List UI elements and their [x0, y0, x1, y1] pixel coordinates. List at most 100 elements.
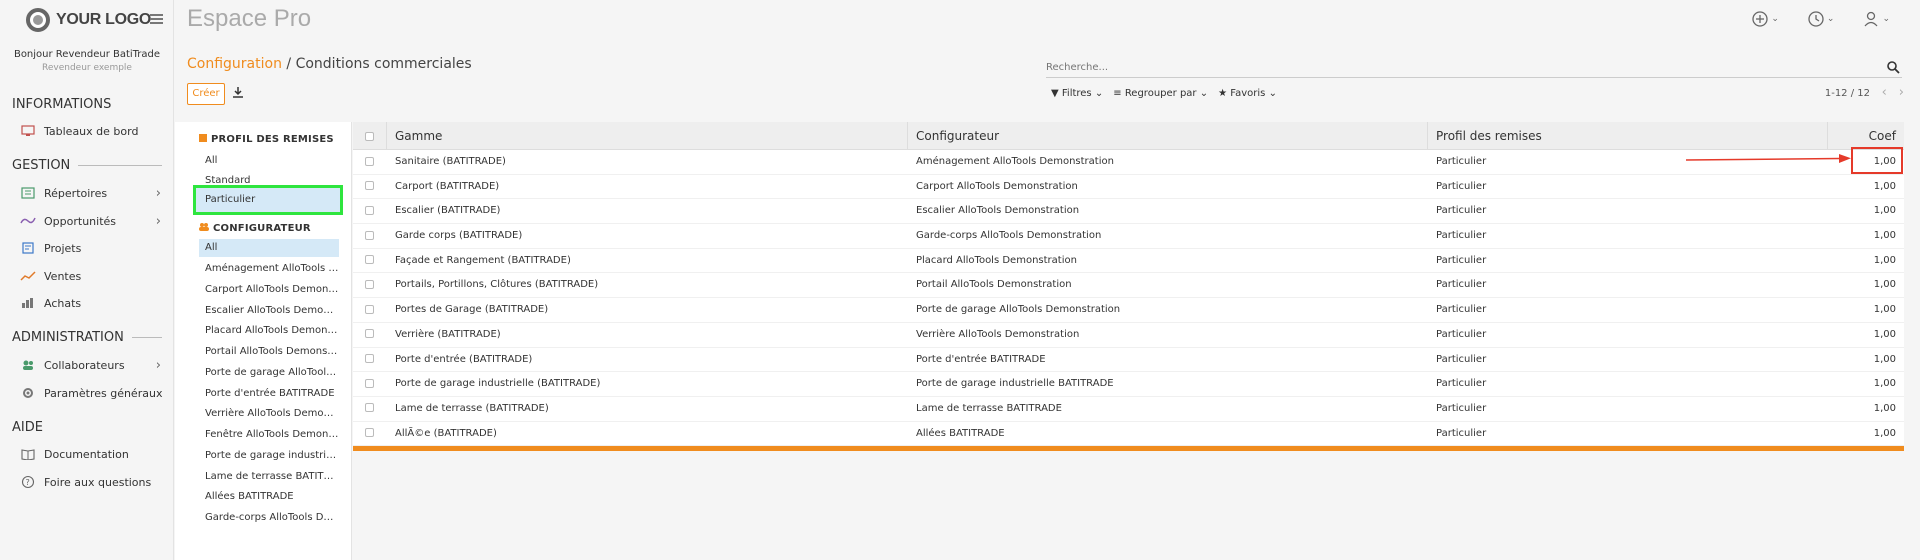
column-header-configurateur[interactable]: Configurateur	[908, 122, 1428, 150]
column-header-gamme[interactable]: Gamme	[387, 122, 908, 150]
pager-value[interactable]: 1-12 / 12	[1825, 88, 1870, 99]
panel-item-config[interactable]: Garde-corps AlloTools Demo...	[199, 509, 339, 527]
panel-item-config[interactable]: Lame de terrasse BATITRADE	[199, 468, 339, 486]
cell-coef: 1,00	[1873, 230, 1896, 242]
cell-profil: Particulier	[1436, 230, 1487, 242]
cell-configurateur: Verrière AlloTools Demonstration	[916, 328, 1080, 340]
search-input[interactable]	[1046, 58, 1866, 76]
row-checkbox[interactable]	[353, 199, 387, 224]
cell-profil: Particulier	[1436, 427, 1487, 439]
chevron-down-icon: ⌄	[1268, 88, 1277, 99]
chevron-down-icon: ⌄	[1094, 88, 1104, 99]
panel-item-config[interactable]: Escalier AlloTools Demonstra...	[199, 302, 339, 320]
favorites-button[interactable]: ★ Favoris ⌄	[1218, 88, 1277, 99]
section-aide: AIDE	[12, 420, 43, 435]
cell-coef: 1,00	[1873, 279, 1896, 291]
table-row[interactable]: Porte d'entrée (BATITRADE) Porte d'entrée…	[353, 348, 1904, 373]
settings-gear-icon	[20, 386, 36, 400]
table-row[interactable]: Portails, Portillons, Clôtures (BATITRAD…	[353, 273, 1904, 299]
table-row[interactable]: Porte de garage industrielle (BATITRADE)…	[353, 372, 1904, 397]
row-checkbox[interactable]	[353, 298, 387, 323]
table-row[interactable]: Carport (BATITRADE) Carport AlloTools Dem…	[353, 175, 1904, 200]
sidebar-item-repertoires[interactable]: Répertoires ›	[20, 183, 165, 203]
table-row[interactable]: Garde corps (BATITRADE) Garde-corps AlloT…	[353, 224, 1904, 249]
breadcrumb-current: Conditions commerciales	[295, 56, 472, 72]
row-checkbox[interactable]	[353, 273, 387, 298]
search-bar	[1046, 58, 1902, 78]
breadcrumb-configuration[interactable]: Configuration	[187, 56, 282, 72]
panel-item-config[interactable]: Carport AlloTools Demonstra...	[199, 281, 339, 299]
panel-item-profil-all[interactable]: All	[199, 152, 339, 170]
chevron-right-icon[interactable]: ›	[1899, 85, 1904, 100]
cell-configurateur: Porte de garage AlloTools Demonstration	[916, 304, 1121, 316]
user-menu[interactable]: ⌄	[1862, 10, 1890, 28]
row-checkbox[interactable]	[353, 372, 387, 397]
sidebar-item-documentation[interactable]: Documentation	[20, 444, 165, 464]
panel-item-config[interactable]: Porte de garage industrielle...	[199, 447, 339, 465]
book-icon	[20, 447, 36, 461]
add-menu[interactable]: ⌄	[1751, 10, 1779, 28]
row-checkbox[interactable]	[353, 249, 387, 274]
row-checkbox[interactable]	[353, 397, 387, 422]
table-row[interactable]: Verrière (BATITRADE) Verrière AlloTools D…	[353, 323, 1904, 348]
select-all-checkbox[interactable]	[353, 122, 387, 150]
breadcrumb: Configuration / Conditions commerciales	[187, 56, 472, 72]
download-icon	[233, 87, 243, 98]
row-checkbox[interactable]	[353, 323, 387, 348]
logo[interactable]: YOUR LOGO	[26, 8, 151, 32]
sidebar-item-opportunites[interactable]: Opportunités ›	[20, 211, 165, 231]
chevron-left-icon[interactable]: ‹	[1882, 85, 1887, 100]
panel-item-config[interactable]: Placard AlloTools Demonstra...	[199, 322, 339, 340]
cell-configurateur: Portail AlloTools Demonstration	[916, 279, 1072, 291]
sidebar-item-faq[interactable]: ? Foire aux questions	[20, 472, 165, 492]
table-row[interactable]: Sanitaire (BATITRADE) Aménagement AlloToo…	[353, 150, 1904, 175]
menu-toggle-icon[interactable]	[150, 14, 163, 24]
table-row[interactable]: AllÃ©e (BATITRADE) Allées BATITRADE Partic…	[353, 422, 1904, 447]
sidebar-item-achats[interactable]: Achats	[20, 293, 165, 313]
chevron-down-icon: ⌄	[1882, 14, 1890, 24]
sales-chart-icon	[20, 269, 36, 283]
activity-menu[interactable]: ⌄	[1807, 10, 1834, 28]
cell-gamme: Verrière (BATITRADE)	[395, 328, 501, 340]
panel-item-config[interactable]: Verrière AlloTools Demonstr...	[199, 405, 339, 423]
sidebar-item-ventes[interactable]: Ventes	[20, 266, 165, 286]
row-checkbox[interactable]	[353, 224, 387, 249]
table-row[interactable]: Façade et Rangement (BATITRADE) Placard A…	[353, 249, 1904, 274]
row-checkbox[interactable]	[353, 348, 387, 373]
cell-configurateur: Allées BATITRADE	[916, 427, 1005, 439]
panel-item-profil-particulier[interactable]: Particulier	[193, 185, 343, 215]
row-checkbox[interactable]	[353, 175, 387, 200]
groupby-button[interactable]: ≡ Regrouper par ⌄	[1113, 88, 1208, 99]
purchases-icon	[20, 296, 36, 310]
row-checkbox[interactable]	[353, 422, 387, 447]
panel-item-config[interactable]: Porte de garage AlloTools D...	[199, 364, 339, 382]
create-button[interactable]: Créer	[187, 83, 225, 105]
table-row[interactable]: Portes de Garage (BATITRADE) Porte de gar…	[353, 298, 1904, 323]
table-row[interactable]: Escalier (BATITRADE) Escalier AlloTools D…	[353, 199, 1904, 225]
column-header-coef[interactable]: Coef	[1828, 122, 1904, 150]
opportunity-icon	[20, 214, 36, 228]
sidebar-item-parametres[interactable]: Paramètres généraux	[20, 383, 165, 403]
panel-item-config[interactable]: Aménagement AlloTools De...	[199, 260, 339, 278]
cell-coef: 1,00	[1873, 254, 1896, 266]
arrow-annotation-icon	[1686, 154, 1851, 163]
search-icon[interactable]	[1886, 60, 1900, 74]
panel-item-config[interactable]: Porte d'entrée BATITRADE	[199, 385, 339, 403]
column-header-profil[interactable]: Profil des remises	[1428, 122, 1828, 150]
section-gestion: GESTION	[12, 158, 162, 173]
download-button[interactable]	[232, 86, 244, 101]
panel-item-config[interactable]: Portail AlloTools Demonstrat...	[199, 343, 339, 361]
filters-button[interactable]: ▼ Filtres ⌄	[1051, 88, 1103, 99]
sidebar-item-projets[interactable]: Projets	[20, 238, 165, 258]
panel-item-config[interactable]: Allées BATITRADE	[199, 488, 339, 506]
panel-item-config-all[interactable]: All	[199, 239, 339, 257]
cell-profil: Particulier	[1436, 304, 1487, 316]
svg-text:?: ?	[26, 478, 30, 487]
sidebar-item-tableaux[interactable]: Tableaux de bord	[20, 121, 165, 141]
panel-item-config[interactable]: Fenêtre AlloTools Demonstra...	[199, 426, 339, 444]
table-row[interactable]: Lame de terrasse (BATITRADE) Lame de terr…	[353, 397, 1904, 422]
directory-icon	[20, 186, 36, 200]
row-checkbox[interactable]	[353, 150, 387, 175]
sidebar-item-collaborateurs[interactable]: Collaborateurs ›	[20, 355, 165, 375]
dashboard-icon	[20, 124, 36, 138]
